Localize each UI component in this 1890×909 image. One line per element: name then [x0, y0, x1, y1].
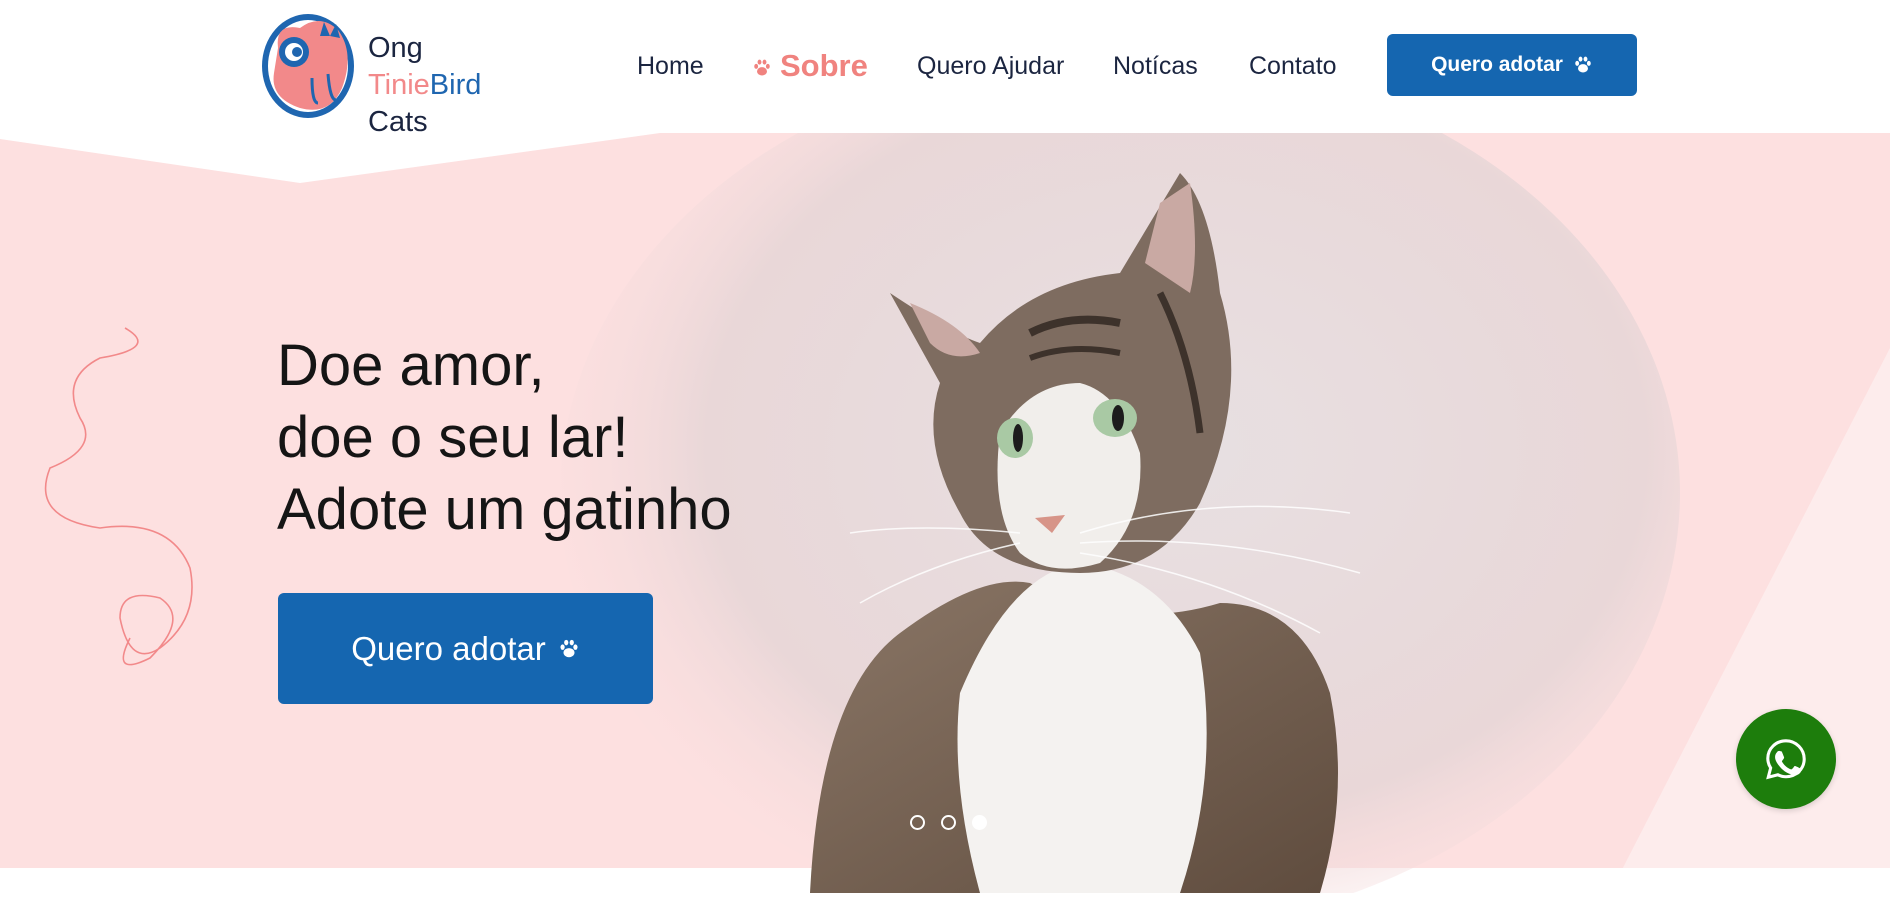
cat-logo-icon [262, 14, 354, 118]
hero-title: Doe amor, doe o seu lar! Adote um gatinh… [277, 330, 732, 546]
logo-word-tinie: Tinie [368, 69, 430, 101]
hero-title-line: Doe amor, [277, 333, 545, 398]
nav-item-label: Contato [1249, 52, 1337, 80]
carousel-dot-1[interactable] [910, 815, 925, 830]
nav-item-label: Home [637, 52, 704, 80]
logo-line-3: Cats [368, 106, 428, 138]
paw-icon [1575, 56, 1591, 73]
button-label: Quero adotar [351, 629, 546, 667]
quero-adotar-hero-button[interactable]: Quero adotar [278, 593, 653, 704]
hero-title-line: Adote um gatinho [277, 477, 732, 542]
carousel-dot-3[interactable] [972, 815, 987, 830]
hero-section: Doe amor, doe o seu lar! Adote um gatinh… [0, 133, 1890, 893]
logo-line-2: TinieBird [368, 67, 481, 104]
whatsapp-icon [1766, 739, 1806, 780]
logo-line-1: Ong [368, 32, 423, 64]
nav-item-noticias[interactable]: Notícas [1113, 44, 1198, 88]
quero-adotar-header-button[interactable]: Quero adotar [1387, 34, 1637, 96]
whatsapp-button[interactable] [1736, 709, 1836, 809]
carousel-dot-2[interactable] [941, 815, 956, 830]
nav-item-home[interactable]: Home [637, 44, 704, 88]
site-logo[interactable]: Ong TinieBird Cats [260, 8, 500, 138]
nav-item-label: Notícas [1113, 52, 1198, 80]
nav-item-label: Quero Ajudar [917, 52, 1065, 80]
nav-item-contato[interactable]: Contato [1249, 44, 1337, 88]
button-label: Quero adotar [1431, 53, 1563, 76]
decorative-line [44, 327, 193, 666]
paw-icon [754, 59, 770, 76]
site-header: Ong TinieBird Cats Home Sobre Quero Ajud… [0, 0, 1890, 138]
nav-item-label: Sobre [780, 48, 868, 83]
carousel-indicators [910, 815, 987, 830]
nav-item-sobre[interactable]: Sobre [752, 44, 868, 88]
logo-word-bird: Bird [429, 69, 482, 101]
nav-item-quero-ajudar[interactable]: Quero Ajudar [917, 44, 1064, 88]
hero-title-line: doe o seu lar! [277, 405, 629, 470]
paw-icon [560, 639, 578, 657]
logo-text: Ong TinieBird Cats [368, 30, 481, 141]
